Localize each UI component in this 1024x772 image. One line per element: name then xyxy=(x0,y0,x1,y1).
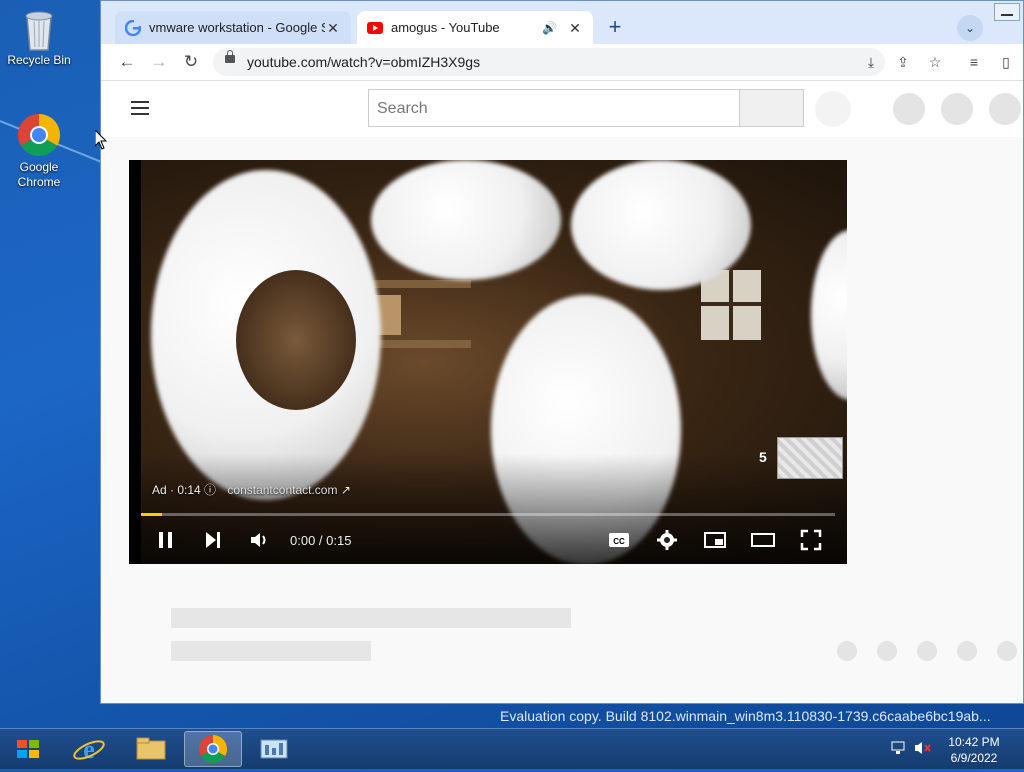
background-window xyxy=(701,270,761,340)
lock-icon[interactable] xyxy=(225,50,235,63)
new-tab-button[interactable]: + xyxy=(601,14,629,42)
file-explorer-icon xyxy=(136,737,166,760)
tab-google-search[interactable]: vmware workstation - Google Se ✕ xyxy=(115,11,351,44)
pause-icon[interactable] xyxy=(154,528,180,552)
control-panel-icon xyxy=(260,739,288,759)
taskbar: e 10:42 PM 6/9/2022 xyxy=(0,728,1024,769)
minimize-button[interactable] xyxy=(994,3,1020,21)
youtube-icon xyxy=(367,21,383,34)
desktop-icon-label: Recycle Bin xyxy=(7,53,71,67)
bookmark-star-icon[interactable]: ☆ xyxy=(926,53,944,71)
url-text: youtube.com/watch?v=obmIZH3X9gs xyxy=(247,54,481,70)
mouse-cursor-icon xyxy=(94,128,108,155)
desktop-icon-recycle-bin[interactable]: Recycle Bin xyxy=(1,6,77,68)
ad-info: Ad · 0:14 ⓘ constantcontact.com ↗ xyxy=(152,481,351,498)
share-icon[interactable]: ⇪ xyxy=(894,53,912,71)
forward-icon[interactable]: → xyxy=(149,52,169,72)
next-icon[interactable] xyxy=(201,528,227,552)
tab-search-button[interactable]: ⌄ xyxy=(957,15,983,41)
miniplayer-icon[interactable] xyxy=(703,528,729,552)
address-bar[interactable]: youtube.com/watch?v=obmIZH3X9gs xyxy=(213,48,885,76)
external-link-icon[interactable]: ↗ xyxy=(341,483,351,497)
action-placeholder xyxy=(837,641,857,661)
tab-strip: vmware workstation - Google Se ✕ amogus … xyxy=(101,1,1023,44)
clock-date: 6/9/2022 xyxy=(950,751,998,765)
ad-site-link[interactable]: constantcontact.com xyxy=(227,483,337,497)
voice-search-placeholder xyxy=(815,91,851,127)
search-input[interactable]: Search xyxy=(368,89,740,127)
header-icon-placeholder xyxy=(893,93,925,125)
desktop-icon-label: Google Chrome xyxy=(17,160,61,189)
browser-toolbar: ← → ↻ youtube.com/watch?v=obmIZH3X9gs ⤓ … xyxy=(101,44,1023,81)
time-display: 0:00 / 0:15 xyxy=(290,533,352,548)
theater-mode-icon[interactable] xyxy=(751,528,777,552)
side-panel-icon[interactable]: ▯ xyxy=(997,53,1015,71)
audio-playing-icon[interactable]: 🔊 xyxy=(542,21,557,35)
system-clock[interactable]: 10:42 PM 6/9/2022 xyxy=(938,734,1010,766)
taskbar-internet-explorer[interactable]: e xyxy=(60,731,118,767)
volume-muted-icon[interactable] xyxy=(914,740,932,756)
white-blob xyxy=(811,230,847,400)
clock-time: 10:42 PM xyxy=(948,735,1000,749)
header-icon-placeholder xyxy=(941,93,973,125)
captions-icon[interactable]: CC xyxy=(607,528,633,552)
svg-text:CC: CC xyxy=(613,537,625,546)
white-blob xyxy=(571,160,751,290)
network-icon[interactable] xyxy=(890,740,908,756)
back-icon[interactable]: ← xyxy=(117,52,137,72)
header-icon-placeholder xyxy=(989,93,1021,125)
video-player[interactable]: Ad · 0:14 ⓘ constantcontact.com ↗ 5 0:00… xyxy=(129,160,847,564)
youtube-header: Search xyxy=(101,81,1023,137)
menu-icon[interactable] xyxy=(131,101,149,115)
ad-label: Ad · 0:14 xyxy=(152,483,201,497)
channel-placeholder xyxy=(171,641,371,661)
close-tab-icon[interactable]: ✕ xyxy=(567,20,583,36)
browser-window: vmware workstation - Google Se ✕ amogus … xyxy=(100,0,1024,704)
start-icon xyxy=(17,740,39,758)
blob-hole xyxy=(236,270,356,410)
taskbar-file-explorer[interactable] xyxy=(122,731,180,767)
chrome-icon xyxy=(17,113,61,157)
install-icon[interactable]: ⤓ xyxy=(862,53,880,71)
google-g-icon xyxy=(124,19,142,36)
next-video-thumbnail xyxy=(777,437,843,479)
tab-youtube[interactable]: amogus - YouTube 🔊 ✕ xyxy=(357,11,593,44)
title-placeholder xyxy=(171,608,571,628)
evaluation-watermark: Evaluation copy. Build 8102.winmain_win8… xyxy=(500,708,991,724)
reading-list-icon[interactable]: ≡ xyxy=(965,53,983,71)
tab-title: vmware workstation - Google Se xyxy=(149,20,325,35)
taskbar-control-panel[interactable] xyxy=(246,731,304,767)
action-placeholder xyxy=(997,641,1017,661)
white-blob xyxy=(371,160,561,280)
taskbar-chrome[interactable] xyxy=(184,731,242,767)
start-button[interactable] xyxy=(4,731,52,767)
reload-icon[interactable]: ↻ xyxy=(181,52,201,72)
desktop-icon-chrome[interactable]: Google Chrome xyxy=(1,113,77,190)
skip-countdown: 5 xyxy=(759,449,767,465)
close-tab-icon[interactable]: ✕ xyxy=(325,20,341,36)
skip-ad-preview[interactable]: 5 xyxy=(749,437,845,479)
search-button[interactable] xyxy=(740,89,804,127)
action-placeholder xyxy=(917,641,937,661)
fullscreen-icon[interactable] xyxy=(799,528,825,552)
progress-fill xyxy=(141,513,162,516)
svg-text:e: e xyxy=(83,735,95,764)
tab-title: amogus - YouTube xyxy=(391,20,500,35)
chrome-icon xyxy=(199,735,227,763)
action-placeholder xyxy=(877,641,897,661)
progress-bar[interactable] xyxy=(141,513,835,516)
volume-icon[interactable] xyxy=(248,528,274,552)
info-icon[interactable]: ⓘ xyxy=(204,483,216,497)
page-content: Search Ad · 0:14 ⓘ constantcontact.com ↗… xyxy=(101,81,1023,703)
internet-explorer-icon: e xyxy=(73,735,105,764)
controls-gradient xyxy=(129,454,847,564)
action-placeholder xyxy=(957,641,977,661)
settings-gear-icon[interactable] xyxy=(655,528,681,552)
recycle-bin-icon xyxy=(17,6,61,51)
